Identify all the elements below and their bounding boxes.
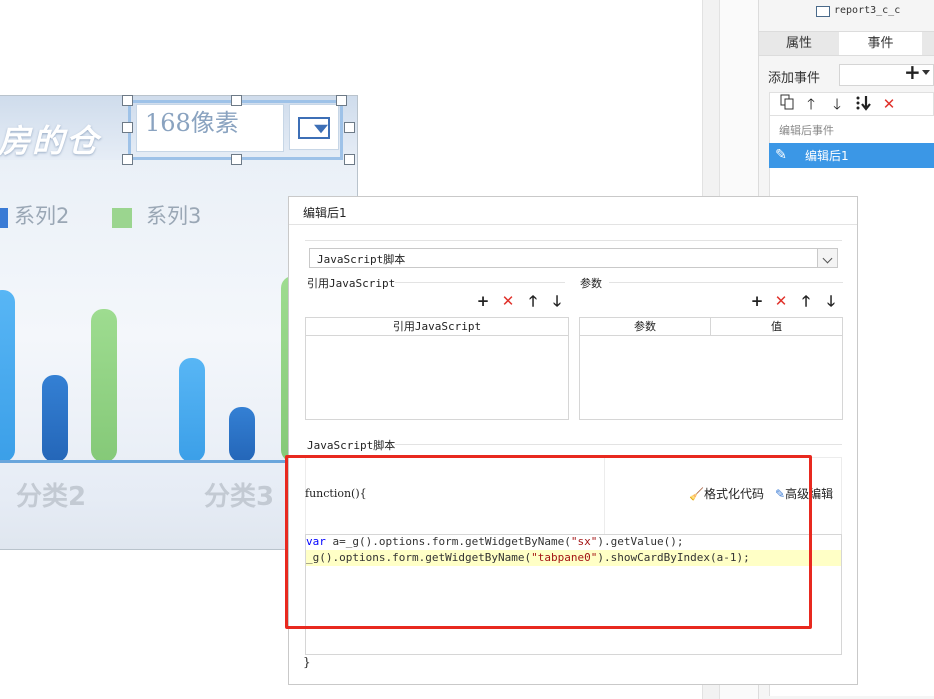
widget-icon	[816, 6, 830, 17]
legend-swatch-series3	[112, 208, 132, 228]
event-group-label: 编辑后事件	[779, 124, 834, 137]
closing-brace: }	[303, 655, 311, 669]
resize-handle[interactable]	[336, 95, 347, 106]
divider	[395, 444, 842, 445]
resize-handle[interactable]	[122, 95, 133, 106]
category-label: 分类2	[16, 482, 87, 512]
copy-icon[interactable]	[776, 94, 798, 114]
combo-text: 168像素	[145, 109, 239, 137]
add-event-label: 添加事件	[768, 71, 821, 86]
tab-attributes[interactable]: 属性	[759, 32, 839, 55]
delete-icon[interactable]: ✕	[499, 292, 517, 310]
arrow-down-icon[interactable]: 🡓	[548, 292, 566, 310]
delete-icon[interactable]: ✕	[772, 292, 790, 310]
legend-label-series3: 系列3	[146, 204, 202, 228]
tab-events[interactable]: 事件	[839, 32, 922, 55]
annotation-highlight	[285, 455, 812, 629]
params-table[interactable]: 参数 值	[579, 317, 843, 420]
move-bottom-icon[interactable]	[852, 94, 874, 114]
event-item-label: 编辑后1	[805, 149, 849, 163]
divider	[395, 282, 565, 283]
legend-swatch-series2	[0, 208, 8, 228]
panel-tabs: 属性 事件	[759, 31, 934, 56]
bar-cat1-series1[interactable]	[0, 290, 15, 462]
resize-handle[interactable]	[344, 154, 355, 165]
divider	[609, 282, 843, 283]
resize-handle[interactable]	[122, 154, 133, 165]
event-toolbar: 🡑 🡓 ✕	[769, 92, 934, 116]
script-type-value: JavaScript脚本	[317, 253, 406, 266]
combo-input[interactable]: 168像素	[136, 104, 284, 152]
add-icon[interactable]: +	[748, 292, 766, 310]
arrow-up-icon[interactable]: 🡑	[797, 292, 815, 310]
params-section-label: 参数	[580, 277, 602, 290]
event-list-item[interactable]: ✎ 编辑后1	[769, 143, 934, 168]
caret-down-icon[interactable]	[922, 70, 930, 75]
dialog-title: 编辑后1	[303, 206, 347, 220]
edit-icon: ✎	[775, 147, 787, 163]
bar-cat2-series1[interactable]	[179, 358, 205, 462]
ref-js-table[interactable]: 引用JavaScript	[305, 317, 569, 420]
bar-cat1-series3[interactable]	[91, 309, 117, 462]
chevron-down-icon	[314, 124, 328, 134]
column-header[interactable]: 值	[711, 318, 842, 336]
dropdown-icon	[298, 117, 330, 139]
divider	[305, 240, 842, 241]
ref-js-section-label: 引用JavaScript	[307, 277, 396, 290]
add-icon[interactable]: +	[904, 60, 921, 84]
arrow-up-icon[interactable]: 🡑	[524, 292, 542, 310]
js-section-label: JavaScript脚本	[307, 439, 396, 452]
arrow-up-icon[interactable]: 🡑	[800, 94, 822, 114]
arrow-down-icon[interactable]: 🡓	[826, 94, 848, 114]
arrow-down-icon[interactable]: 🡓	[822, 292, 840, 310]
resize-handle[interactable]	[344, 122, 355, 133]
combo-dropdown-button[interactable]	[289, 104, 339, 150]
column-header[interactable]: 参数	[580, 318, 711, 336]
legend-label-series2: 系列2	[14, 204, 70, 228]
column-header[interactable]: 引用JavaScript	[306, 318, 568, 336]
chart-title: 房的仓	[0, 122, 101, 160]
category-label: 分类3	[204, 482, 275, 512]
resize-handle[interactable]	[122, 122, 133, 133]
bar-cat1-series2[interactable]	[42, 375, 68, 462]
resize-handle[interactable]	[231, 95, 242, 106]
bar-cat2-series2[interactable]	[229, 407, 255, 462]
resize-handle[interactable]	[231, 154, 242, 165]
divider	[289, 224, 857, 225]
script-type-select[interactable]: JavaScript脚本	[309, 248, 838, 268]
widget-name[interactable]: report3_c_c	[834, 5, 900, 16]
add-icon[interactable]: +	[474, 292, 492, 310]
chevron-down-icon[interactable]	[817, 249, 837, 267]
delete-icon[interactable]: ✕	[878, 94, 900, 114]
